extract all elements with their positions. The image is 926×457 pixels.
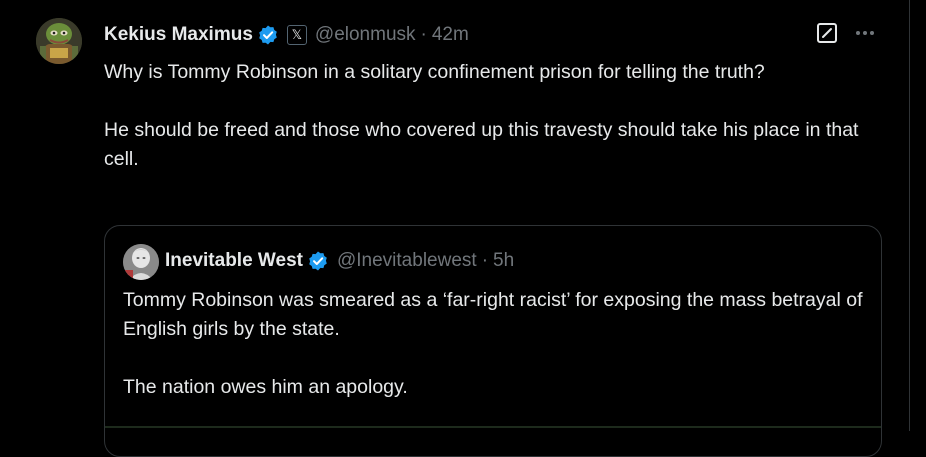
tweet-paragraph: He should be freed and those who covered… (104, 119, 859, 170)
verified-badge-icon[interactable] (307, 250, 329, 272)
more-icon[interactable] (854, 22, 876, 44)
avatar[interactable] (36, 18, 82, 64)
quoted-handle[interactable]: @Inevitablewest (337, 250, 477, 272)
author-name[interactable]: Kekius Maximus (104, 24, 253, 46)
x-logo-icon: 𝕏 (286, 25, 307, 45)
verified-badge-icon[interactable] (257, 24, 279, 46)
separator-dot: · (481, 250, 489, 271)
quoted-header: Inevitable West @Inevitablewest · 5h (165, 248, 514, 274)
tweet-paragraph: Why is Tommy Robinson in a solitary conf… (104, 61, 765, 83)
separator-dot: · (420, 24, 427, 45)
grok-icon[interactable] (816, 22, 838, 44)
quoted-timestamp[interactable]: 5h (493, 250, 514, 272)
tweet-header: Kekius Maximus 𝕏 @elonmusk · 42m (104, 22, 469, 48)
tweet-text: Why is Tommy Robinson in a solitary conf… (104, 58, 894, 174)
timestamp[interactable]: 42m (432, 24, 469, 46)
quoted-media-edge (105, 426, 881, 428)
quoted-avatar[interactable] (123, 244, 159, 280)
tweet[interactable]: Kekius Maximus 𝕏 @elonmusk · 42m Why is … (0, 0, 910, 457)
author-handle[interactable]: @elonmusk (315, 24, 416, 46)
page-edge (910, 0, 926, 431)
quoted-text: Tommy Robinson was smeared as a ‘far-rig… (123, 286, 863, 402)
quoted-tweet[interactable]: Inevitable West @Inevitablewest · 5h Tom… (104, 225, 882, 457)
tweet-actions-top (816, 22, 876, 44)
quoted-author-name[interactable]: Inevitable West (165, 250, 303, 272)
quoted-paragraph: The nation owes him an apology. (123, 376, 408, 398)
quoted-paragraph: Tommy Robinson was smeared as a ‘far-rig… (123, 289, 863, 340)
